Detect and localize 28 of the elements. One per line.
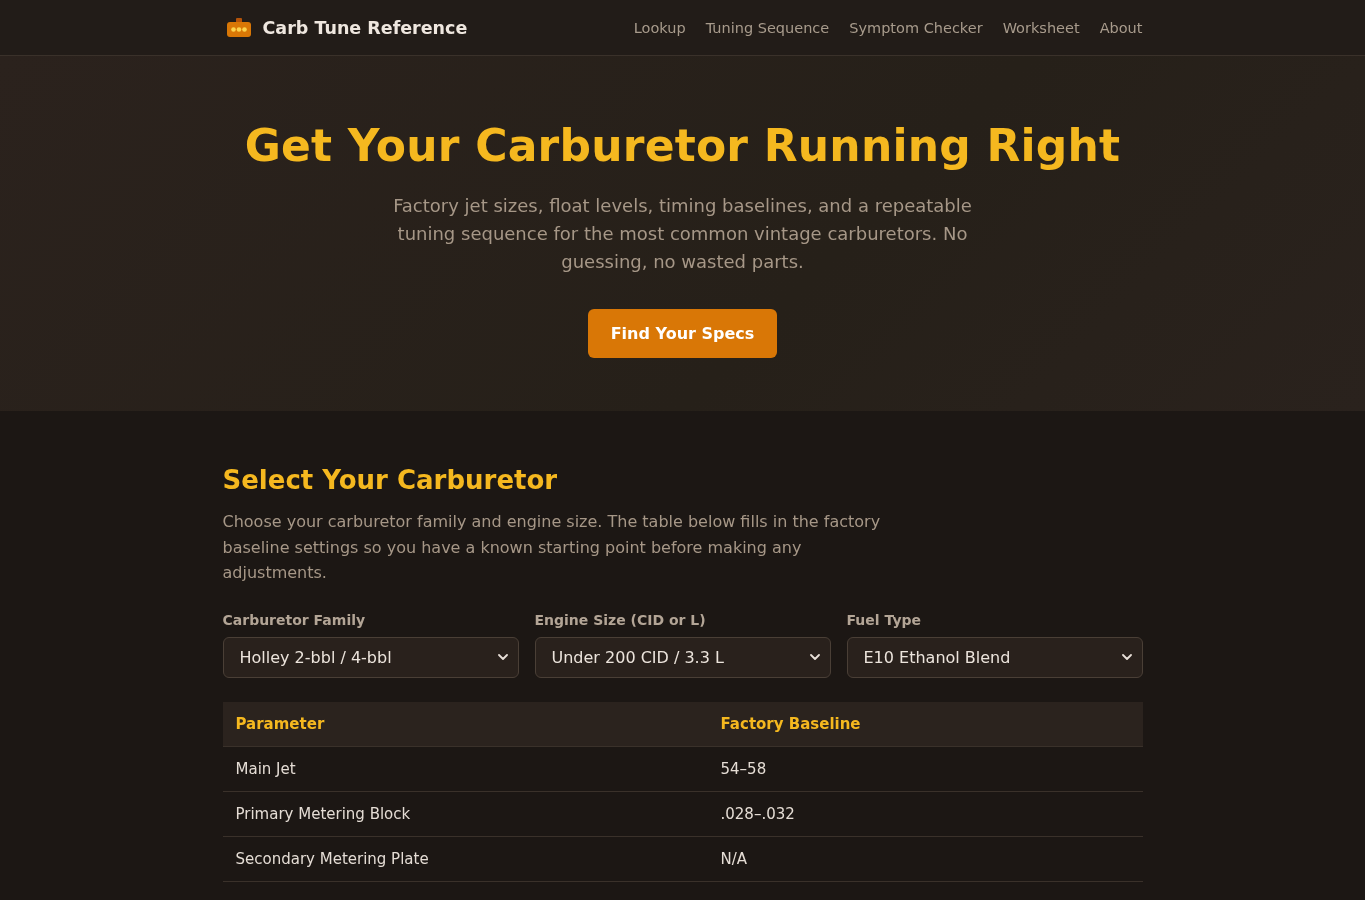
dropdown-field[interactable]: E10 Ethanol Blend	[846, 636, 1143, 678]
section-heading: Select Your Carburetor	[222, 464, 559, 497]
table-cell-text: Secondary Metering Plate	[234, 849, 430, 868]
carburetor-logo-icon	[226, 18, 251, 37]
table-cell-text: 54–58	[719, 759, 768, 778]
dropdown-field[interactable]: Holley 2-bbl / 4-bbl	[222, 636, 519, 678]
dropdown-field[interactable]: Under 200 CID / 3.3 L	[534, 636, 831, 678]
column-header: Parameter	[234, 714, 326, 733]
table-cell-text: .028–.032	[719, 804, 796, 823]
table-cell-text: N/A	[719, 849, 749, 868]
hero-subtitle: Factory jet sizes, float levels, timing baselines, and a repeatable tuning sequence for the most common vintage carburetors. No guessing, no wasted parts.	[392, 194, 973, 274]
nav-link[interactable]: Worksheet	[1002, 19, 1080, 36]
site-title: Carb Tune Reference	[262, 17, 468, 38]
chevron-down-icon	[497, 654, 508, 661]
column-header: Factory Baseline	[719, 714, 862, 733]
nav-link[interactable]: Tuning Sequence	[705, 19, 830, 36]
nav-link[interactable]: About	[1099, 19, 1143, 36]
chevron-down-icon	[809, 654, 820, 661]
field-label: Carburetor Family	[222, 611, 366, 629]
table-cell-text: Primary Metering Block	[234, 804, 412, 823]
table-cell-text: Main Jet	[234, 759, 297, 778]
nav-link[interactable]: Lookup	[633, 19, 686, 36]
chevron-down-icon	[1121, 654, 1132, 661]
nav-link[interactable]: Symptom Checker	[849, 19, 983, 36]
field-label: Fuel Type	[846, 611, 922, 629]
section-description: Choose your carburetor family and engine size. The table below fills in the factory baseline settings so you have a known starting point before making any adjustments.	[222, 511, 882, 585]
hero-title: Get Your Carburetor Running Right	[244, 119, 1121, 173]
field-label: Engine Size (CID or L)	[534, 611, 706, 629]
